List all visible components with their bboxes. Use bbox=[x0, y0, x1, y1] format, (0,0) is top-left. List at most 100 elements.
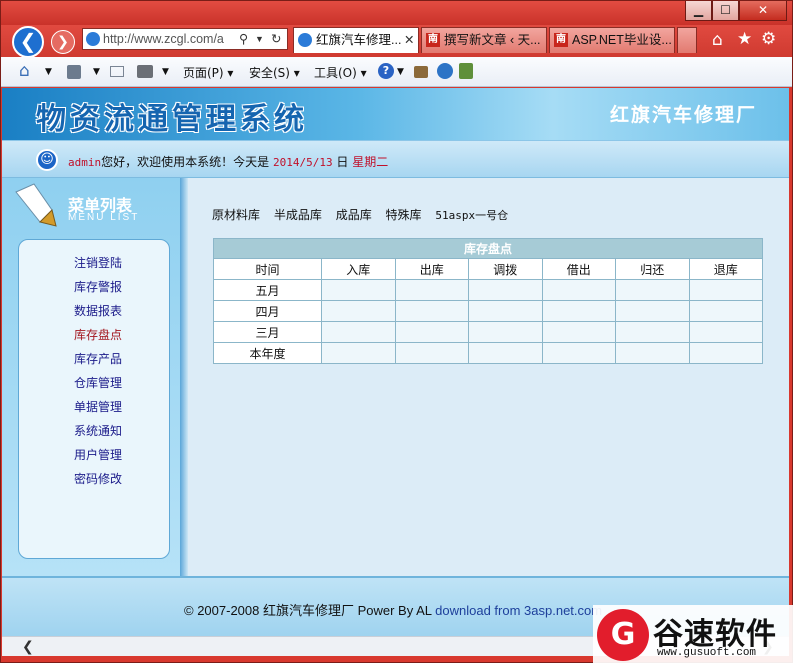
watermark-logo: G bbox=[597, 609, 649, 661]
col-header-transfer: 调拨 bbox=[468, 258, 543, 280]
feeds-icon[interactable] bbox=[67, 65, 81, 79]
menu-panel: 注销登陆 库存警报 数据报表 库存盘点 库存产品 仓库管理 单据管理 系统通知 … bbox=[18, 239, 170, 559]
row-period: 三月 bbox=[213, 321, 322, 343]
menu-item-stock-products[interactable]: 库存产品 bbox=[74, 350, 122, 367]
col-header-return: 归还 bbox=[615, 258, 690, 280]
menu-item-inventory-check[interactable]: 库存盘点 bbox=[74, 326, 122, 343]
menu-item-warehouse[interactable]: 仓库管理 bbox=[74, 374, 122, 391]
print-dropdown-icon[interactable]: ▼ bbox=[162, 67, 169, 77]
menu-item-reports[interactable]: 数据报表 bbox=[74, 302, 122, 319]
command-bar: ⌂ ▼ ▼ ▼ 页面(P) ▾ 安全(S) ▾ 工具(O) ▾ ? ▼ bbox=[1, 57, 792, 87]
search-icon[interactable]: ⚲ bbox=[239, 29, 248, 49]
menu-item-password[interactable]: 密码修改 bbox=[74, 470, 122, 487]
tab-special-warehouse[interactable]: 特殊库 bbox=[386, 208, 422, 222]
table-cell bbox=[321, 300, 396, 322]
home-icon[interactable]: ⌂ bbox=[19, 61, 35, 81]
forward-arrow-icon[interactable]: ❯ bbox=[51, 30, 75, 54]
row-period: 四月 bbox=[213, 300, 322, 322]
tab-finished-goods[interactable]: 成品库 bbox=[336, 208, 372, 222]
col-header-in: 入库 bbox=[321, 258, 396, 280]
table-cell bbox=[394, 321, 469, 343]
home-icon[interactable]: ⌂ bbox=[712, 30, 723, 50]
page-viewport: 物资流通管理系统 红旗汽车修理厂 ☺ admin您好，欢迎使用本系统！今天是 2… bbox=[2, 88, 789, 636]
tab-raw-materials[interactable]: 原材料库 bbox=[212, 208, 260, 222]
table-cell bbox=[468, 279, 543, 301]
footer-text: © 2007-2008 红旗汽车修理厂 Power By AL download… bbox=[184, 600, 602, 619]
table-cell bbox=[615, 300, 690, 322]
row-period: 五月 bbox=[213, 279, 322, 301]
table-row: 本年度 bbox=[213, 342, 763, 364]
research-icon[interactable] bbox=[414, 66, 428, 78]
menu-item-notices[interactable]: 系统通知 bbox=[74, 422, 122, 439]
header-banner: 物资流通管理系统 红旗汽车修理厂 bbox=[2, 88, 789, 140]
new-tab-button[interactable] bbox=[677, 27, 697, 53]
help-icon[interactable]: ? bbox=[378, 63, 394, 79]
ie-page-icon bbox=[86, 32, 100, 46]
col-header-refund: 退库 bbox=[688, 258, 763, 280]
home-dropdown-icon[interactable]: ▼ bbox=[45, 67, 52, 77]
maximize-button[interactable]: ☐ bbox=[712, 1, 739, 21]
table-cell bbox=[541, 279, 616, 301]
table-cell bbox=[394, 279, 469, 301]
table-row: 五月 bbox=[213, 279, 763, 301]
watermark-url: www.gusuoft.com bbox=[657, 647, 757, 659]
messenger-icon[interactable] bbox=[437, 63, 453, 79]
user-info-icon: ☺ bbox=[36, 149, 58, 171]
title-bar: ▁ ☐ ✕ bbox=[1, 1, 792, 25]
back-arrow-icon[interactable]: ❮ bbox=[12, 26, 44, 58]
help-dropdown-icon[interactable]: ▼ bbox=[397, 67, 404, 77]
address-bar[interactable]: http://www.zcgl.com/a ⚲ ▼ ↻ bbox=[82, 28, 288, 50]
table-row: 四月 bbox=[213, 300, 763, 322]
window-close-button[interactable]: ✕ bbox=[739, 1, 787, 21]
table-cell bbox=[688, 279, 763, 301]
tools-menu[interactable]: 工具(O) ▾ bbox=[314, 64, 367, 81]
page-menu[interactable]: 页面(P) ▾ bbox=[183, 64, 233, 81]
print-icon[interactable] bbox=[137, 65, 153, 78]
table-cell bbox=[468, 342, 543, 364]
navigation-bar: ❮ ❯ http://www.zcgl.com/a ⚲ ▼ ↻ 红旗汽车修理..… bbox=[1, 25, 792, 58]
menu-item-stock-alert[interactable]: 库存警报 bbox=[74, 278, 122, 295]
download-link[interactable]: download from 3asp.net.com bbox=[435, 603, 602, 618]
tab-active[interactable]: 红旗汽车修理... ✕ bbox=[293, 27, 419, 53]
menu-item-users[interactable]: 用户管理 bbox=[74, 446, 122, 463]
browser-window: ▁ ☐ ✕ ❮ ❯ http://www.zcgl.com/a ⚲ ▼ ↻ 红旗… bbox=[0, 0, 793, 663]
tab-aspnet[interactable]: 南 ASP.NET毕业设... bbox=[549, 27, 675, 53]
row-period: 本年度 bbox=[213, 342, 322, 364]
minimize-button[interactable]: ▁ bbox=[685, 1, 712, 21]
tab-semi-finished[interactable]: 半成品库 bbox=[274, 208, 322, 222]
weekday: 星期二 bbox=[352, 155, 389, 169]
settings-gear-icon[interactable]: ⚙ bbox=[761, 29, 776, 49]
table-cell bbox=[688, 321, 763, 343]
col-header-time: 时间 bbox=[213, 258, 322, 280]
address-dropdown-icon[interactable]: ▼ bbox=[255, 29, 264, 49]
blog-icon[interactable] bbox=[459, 63, 473, 79]
refresh-icon[interactable]: ↻ bbox=[271, 29, 281, 49]
copyright: © 2007-2008 红旗汽车修理厂 Power By AL bbox=[184, 603, 432, 618]
feeds-dropdown-icon[interactable]: ▼ bbox=[93, 67, 100, 77]
table-cell bbox=[615, 279, 690, 301]
table-cell bbox=[541, 321, 616, 343]
table-cell bbox=[321, 279, 396, 301]
scroll-left-icon[interactable]: ❮ bbox=[22, 639, 34, 655]
mail-icon[interactable] bbox=[110, 66, 124, 77]
table-cell bbox=[394, 300, 469, 322]
tab-write-article[interactable]: 南 撰写新文章 ‹ 天... bbox=[421, 27, 547, 53]
welcome-bar: ☺ admin您好，欢迎使用本系统！今天是 2014/5/13 日 星期二 bbox=[2, 140, 789, 178]
favorites-star-icon[interactable]: ★ bbox=[737, 29, 752, 49]
table-cell bbox=[688, 342, 763, 364]
ie-tab-icon bbox=[298, 33, 312, 47]
menu-subtitle: MENU LIST bbox=[68, 212, 140, 223]
safety-menu[interactable]: 安全(S) ▾ bbox=[249, 64, 300, 81]
address-url: http://www.zcgl.com/a bbox=[103, 32, 224, 46]
inventory-table: 库存盘点 时间 入库 出库 调拨 借出 归还 退库 五月 四月 三月 本年度 bbox=[213, 238, 763, 364]
watermark: G 谷速软件 www.gusuoft.com bbox=[593, 605, 793, 663]
tab-close-icon[interactable]: ✕ bbox=[404, 28, 414, 52]
tab-label: ASP.NET毕业设... bbox=[572, 33, 672, 47]
tab-warehouse-one[interactable]: 51aspx一号仓 bbox=[435, 209, 508, 222]
warehouse-tabs: 原材料库 半成品库 成品库 特殊库 51aspx一号仓 bbox=[212, 206, 518, 223]
menu-item-documents[interactable]: 单据管理 bbox=[74, 398, 122, 415]
table-cell bbox=[541, 342, 616, 364]
table-caption: 库存盘点 bbox=[213, 238, 763, 259]
menu-item-logout[interactable]: 注销登陆 bbox=[74, 254, 122, 271]
day-label: 日 bbox=[336, 155, 349, 169]
